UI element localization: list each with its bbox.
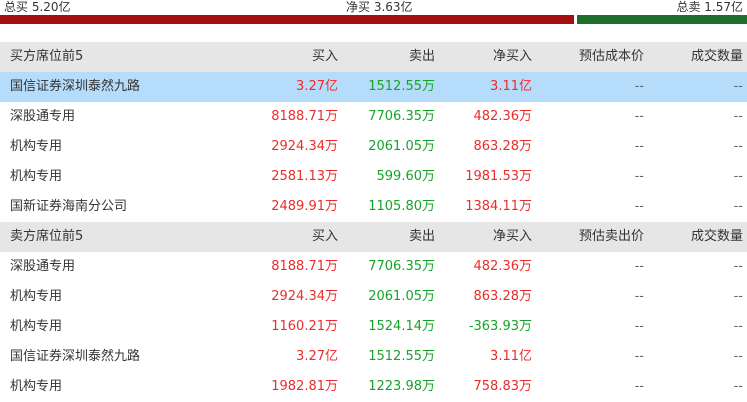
column-header-sell-amount: 卖出 (408, 229, 435, 244)
column-header-net-buy: 净买入 (492, 229, 532, 244)
estimated-price-cell: -- (634, 319, 644, 334)
sell-amount-cell: 7706.35万 (368, 109, 435, 124)
net-buy-label: 净买 3.63亿 (346, 0, 413, 14)
column-header-sell-amount: 卖出 (408, 49, 435, 64)
summary-labels: 总买 5.20亿 净买 3.63亿 总卖 1.57亿 (0, 0, 747, 14)
buy-amount-cell: 8188.71万 (271, 259, 338, 274)
buy-bar-segment (0, 15, 574, 24)
volume-cell: -- (733, 139, 743, 154)
volume-cell: -- (733, 109, 743, 124)
buy-amount-cell: 2924.34万 (271, 139, 338, 154)
net-buy-cell: 1981.53万 (465, 169, 532, 184)
table-row[interactable]: 深股通专用 8188.71万 7706.35万 482.36万 -- -- (0, 102, 747, 132)
net-buy-cell: -363.93万 (468, 319, 532, 334)
volume-cell: -- (733, 79, 743, 94)
volume-cell: -- (733, 169, 743, 184)
column-header-seat-name: 卖方席位前5 (10, 229, 84, 244)
seat-name-cell: 国新证券海南分公司 (10, 199, 128, 214)
column-header-buy-amount: 买入 (311, 229, 338, 244)
volume-cell: -- (733, 259, 743, 274)
estimated-price-cell: -- (634, 379, 644, 394)
table-row[interactable]: 机构专用 2924.34万 2061.05万 863.28万 -- -- (0, 132, 747, 162)
sell-amount-cell: 599.60万 (376, 169, 436, 184)
seat-name-cell: 机构专用 (10, 289, 63, 304)
sell-amount-cell: 2061.05万 (368, 139, 435, 154)
seat-name-cell: 机构专用 (10, 169, 63, 184)
column-header-net-buy: 净买入 (492, 49, 532, 64)
buy-amount-cell: 1982.81万 (271, 379, 338, 394)
net-buy-cell: 758.83万 (473, 379, 533, 394)
sell-amount-cell: 1524.14万 (368, 319, 435, 334)
buy-amount-cell: 2489.91万 (271, 199, 338, 214)
volume-cell: -- (733, 379, 743, 394)
table-row[interactable]: 国新证券海南分公司 2489.91万 1105.80万 1384.11万 -- -- (0, 192, 747, 222)
seat-name-cell: 深股通专用 (10, 109, 76, 124)
buy-seats-header: 买方席位前5 买入 卖出 净买入 预估成本价 成交数量 (0, 42, 747, 72)
table-row[interactable]: 深股通专用 8188.71万 7706.35万 482.36万 -- -- (0, 252, 747, 282)
volume-cell: -- (733, 289, 743, 304)
net-buy-cell: 3.11亿 (490, 79, 532, 94)
column-header-volume: 成交数量 (690, 49, 743, 64)
estimated-price-cell: -- (634, 169, 644, 184)
column-header-volume: 成交数量 (690, 229, 743, 244)
seat-name-cell: 国信证券深圳泰然九路 (10, 79, 141, 94)
column-header-seat-name: 买方席位前5 (10, 49, 84, 64)
estimated-price-cell: -- (634, 199, 644, 214)
buy-amount-cell: 2924.34万 (271, 289, 338, 304)
net-buy-cell: 3.11亿 (490, 349, 532, 364)
buy-amount-cell: 8188.71万 (271, 109, 338, 124)
net-buy-cell: 863.28万 (473, 289, 533, 304)
net-buy-cell: 1384.11万 (465, 199, 532, 214)
buy-amount-cell: 1160.21万 (271, 319, 338, 334)
estimated-price-cell: -- (634, 289, 644, 304)
buy-amount-cell: 2581.13万 (271, 169, 338, 184)
column-header-estimated-price: 预估卖出价 (578, 229, 644, 244)
net-buy-cell: 863.28万 (473, 139, 533, 154)
table-row[interactable]: 机构专用 1982.81万 1223.98万 758.83万 -- -- (0, 372, 747, 402)
volume-cell: -- (733, 349, 743, 364)
total-sell-label: 总卖 1.57亿 (676, 0, 743, 14)
estimated-price-cell: -- (634, 109, 644, 124)
seat-name-cell: 国信证券深圳泰然九路 (10, 349, 141, 364)
estimated-price-cell: -- (634, 139, 644, 154)
volume-cell: -- (733, 199, 743, 214)
column-header-estimated-price: 预估成本价 (578, 49, 644, 64)
table-row[interactable]: 国信证券深圳泰然九路 3.27亿 1512.55万 3.11亿 -- -- (0, 342, 747, 372)
table-row[interactable]: 机构专用 2581.13万 599.60万 1981.53万 -- -- (0, 162, 747, 192)
buy-amount-cell: 3.27亿 (296, 79, 338, 94)
volume-cell: -- (733, 319, 743, 334)
seat-name-cell: 机构专用 (10, 379, 63, 394)
sell-bar-segment (577, 15, 747, 24)
sell-amount-cell: 1105.80万 (368, 199, 435, 214)
column-header-buy-amount: 买入 (311, 49, 338, 64)
estimated-price-cell: -- (634, 349, 644, 364)
seat-name-cell: 深股通专用 (10, 259, 76, 274)
sell-amount-cell: 1512.55万 (368, 349, 435, 364)
table-row[interactable]: 国信证券深圳泰然九路 3.27亿 1512.55万 3.11亿 -- -- (0, 72, 747, 102)
table-row[interactable]: 机构专用 2924.34万 2061.05万 863.28万 -- -- (0, 282, 747, 312)
seat-name-cell: 机构专用 (10, 139, 63, 154)
sell-amount-cell: 7706.35万 (368, 259, 435, 274)
seat-table: 买方席位前5 买入 卖出 净买入 预估成本价 成交数量 国信证券深圳泰然九路 3.27亿 151… (0, 42, 747, 402)
sell-amount-cell: 1512.55万 (368, 79, 435, 94)
sell-seats-header: 卖方席位前5 买入 卖出 净买入 预估卖出价 成交数量 (0, 222, 747, 252)
buy-sell-ratio-bar (0, 15, 747, 24)
seat-name-cell: 机构专用 (10, 319, 63, 334)
total-buy-label: 总买 5.20亿 (4, 0, 71, 14)
sell-amount-cell: 1223.98万 (368, 379, 435, 394)
buy-amount-cell: 3.27亿 (296, 349, 338, 364)
sell-amount-cell: 2061.05万 (368, 289, 435, 304)
estimated-price-cell: -- (634, 79, 644, 94)
net-buy-cell: 482.36万 (473, 109, 533, 124)
table-row[interactable]: 机构专用 1160.21万 1524.14万 -363.93万 -- -- (0, 312, 747, 342)
net-buy-cell: 482.36万 (473, 259, 533, 274)
estimated-price-cell: -- (634, 259, 644, 274)
